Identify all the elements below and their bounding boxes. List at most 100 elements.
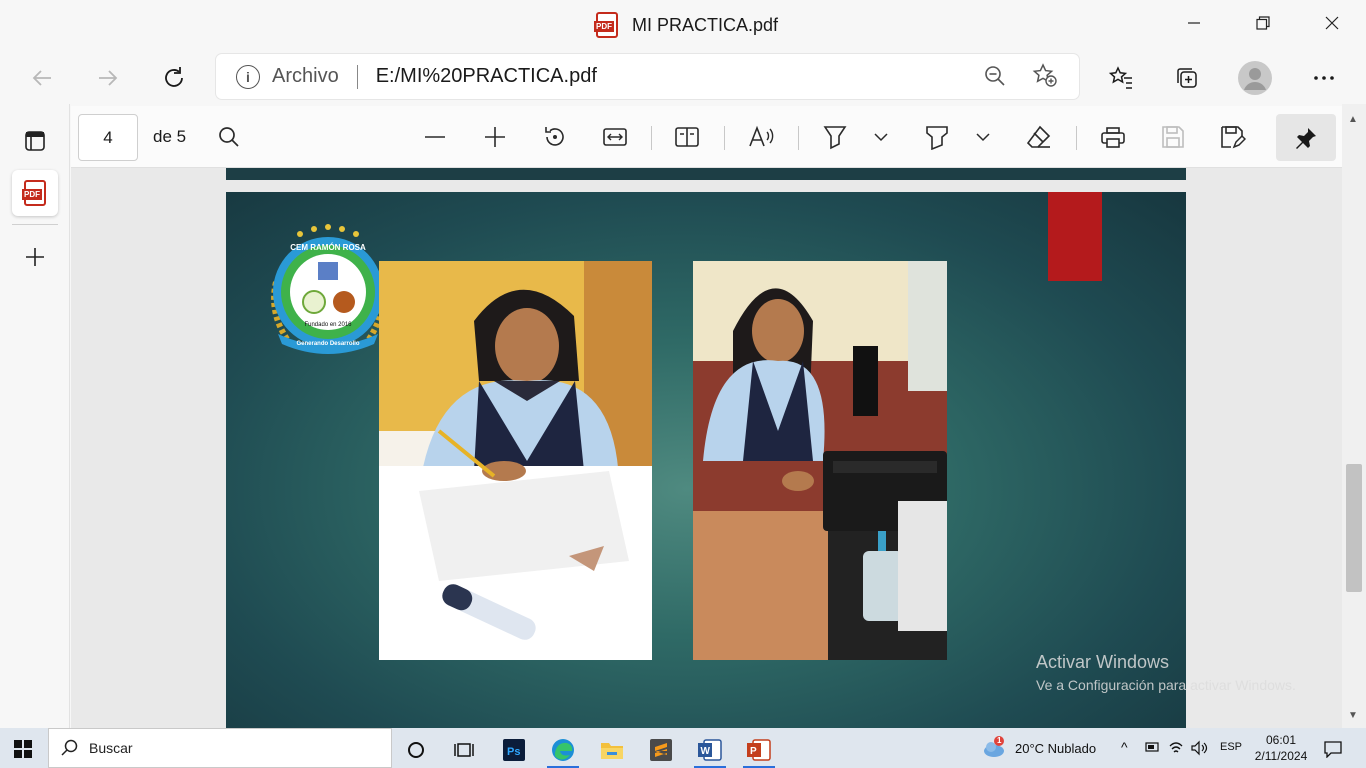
wifi-icon[interactable] bbox=[1168, 740, 1184, 756]
battery-network-icon[interactable] bbox=[1144, 741, 1162, 755]
clock-time: 06:01 bbox=[1265, 733, 1297, 747]
erase-button[interactable] bbox=[1024, 122, 1054, 152]
draw-pen-icon bbox=[823, 126, 847, 150]
activate-windows-title: Activar Windows bbox=[1036, 652, 1170, 672]
notifications-icon[interactable] bbox=[1324, 740, 1342, 758]
chevron-down-icon bbox=[976, 133, 990, 142]
save-as-button[interactable] bbox=[1218, 122, 1248, 152]
favorites-button[interactable] bbox=[1103, 60, 1139, 96]
address-url[interactable]: E:/MI%20PRACTICA.pdf bbox=[376, 65, 597, 88]
draw-options-dropdown[interactable] bbox=[871, 122, 891, 152]
zoom-in-button[interactable] bbox=[480, 122, 510, 152]
cortana-button[interactable] bbox=[394, 732, 438, 768]
rotate-icon bbox=[545, 127, 564, 146]
scroll-up-icon[interactable]: ▲ bbox=[1348, 114, 1358, 125]
taskbar-search[interactable]: Buscar bbox=[48, 728, 392, 768]
collections-icon bbox=[1177, 68, 1197, 88]
forward-button[interactable] bbox=[90, 60, 126, 96]
file-explorer-taskbar-icon[interactable] bbox=[590, 732, 634, 768]
new-tab-button[interactable] bbox=[12, 234, 58, 280]
plus-icon bbox=[485, 127, 505, 147]
tab-panel-icon bbox=[25, 131, 45, 151]
highlight-options-dropdown[interactable] bbox=[973, 122, 993, 152]
start-button[interactable] bbox=[14, 740, 32, 763]
rotate-button[interactable] bbox=[540, 122, 570, 152]
logo-ribbon: Generando Desarrollo bbox=[296, 341, 359, 347]
svg-text:W: W bbox=[701, 746, 711, 757]
page-view-icon bbox=[675, 127, 699, 147]
fit-to-width-button[interactable] bbox=[600, 122, 630, 152]
logo-title: CEM RAMÓN ROSA bbox=[290, 243, 366, 252]
page-view-button[interactable] bbox=[672, 122, 702, 152]
address-bar[interactable]: i Archivo E:/MI%20PRACTICA.pdf bbox=[216, 54, 1079, 99]
print-button[interactable] bbox=[1098, 122, 1128, 152]
close-button[interactable] bbox=[1310, 8, 1354, 38]
window-title-text: MI PRACTICA.pdf bbox=[632, 14, 779, 35]
tab-actions-button[interactable] bbox=[12, 118, 58, 164]
more-dots-icon bbox=[1314, 76, 1334, 80]
back-button[interactable] bbox=[24, 60, 60, 96]
toolbar-separator bbox=[1076, 126, 1077, 150]
title-bar: PDF MI PRACTICA.pdf bbox=[0, 0, 1366, 50]
avatar-icon bbox=[1238, 61, 1272, 95]
address-scheme-label: Archivo bbox=[272, 65, 339, 87]
toolbar-separator bbox=[724, 126, 725, 150]
school-logo: CEM RAMÓN ROSA Fundado en 2016 Generando… bbox=[271, 224, 385, 354]
favorites-icon bbox=[1108, 66, 1132, 89]
edge-taskbar-icon[interactable] bbox=[541, 732, 585, 768]
pdf-document-area[interactable]: CEM RAMÓN ROSA Fundado en 2016 Generando… bbox=[71, 168, 1342, 728]
previous-page-bottom bbox=[226, 168, 1186, 180]
scroll-thumb[interactable] bbox=[1346, 464, 1362, 592]
scroll-down-icon[interactable]: ▼ bbox=[1348, 710, 1358, 721]
vertical-scrollbar[interactable]: ▲ ▼ bbox=[1342, 104, 1366, 728]
highlight-button[interactable] bbox=[922, 122, 952, 152]
volume-icon[interactable] bbox=[1190, 740, 1208, 756]
navigation-bar: i Archivo E:/MI%20PRACTICA.pdf bbox=[0, 50, 1366, 104]
toolbar-separator bbox=[798, 126, 799, 150]
zoom-out-button[interactable] bbox=[420, 122, 450, 152]
clock[interactable]: 06:01 2/11/2024 bbox=[1248, 732, 1314, 764]
minus-icon bbox=[425, 136, 445, 138]
word-taskbar-icon[interactable]: W bbox=[688, 732, 732, 768]
forward-arrow-icon bbox=[99, 70, 118, 86]
find-button[interactable] bbox=[214, 122, 244, 152]
task-view-button[interactable] bbox=[442, 732, 486, 768]
restore-button[interactable] bbox=[1241, 8, 1285, 38]
weather-text[interactable]: 20°C Nublado bbox=[1015, 741, 1096, 756]
zoom-out-icon[interactable] bbox=[983, 64, 1007, 94]
save-button[interactable] bbox=[1158, 122, 1188, 152]
window-title: PDF MI PRACTICA.pdf bbox=[594, 12, 779, 38]
tab-pdf-document[interactable]: PDF bbox=[12, 170, 58, 216]
pin-icon bbox=[1296, 127, 1316, 149]
pdf-file-icon: PDF bbox=[594, 12, 618, 38]
photo-student-writing bbox=[379, 261, 652, 660]
refresh-button[interactable] bbox=[156, 60, 192, 96]
page-count: de 5 bbox=[153, 127, 187, 146]
settings-more-button[interactable] bbox=[1306, 60, 1342, 96]
page-number-input[interactable]: 4 bbox=[78, 114, 138, 161]
photo-student-printer bbox=[693, 261, 947, 660]
printer-icon bbox=[1101, 127, 1125, 148]
sublime-text-taskbar-icon[interactable] bbox=[639, 732, 683, 768]
clock-date: 2/11/2024 bbox=[1254, 749, 1308, 763]
powerpoint-taskbar-icon[interactable]: P bbox=[737, 732, 781, 768]
show-hidden-icons-chevron-icon[interactable]: ^ bbox=[1121, 739, 1128, 755]
profile-button[interactable] bbox=[1237, 60, 1273, 96]
site-info-icon[interactable]: i bbox=[236, 64, 260, 89]
minimize-button[interactable] bbox=[1172, 8, 1216, 38]
cloud-icon bbox=[984, 736, 1004, 757]
highlighter-icon bbox=[926, 126, 948, 150]
weather-widget[interactable]: 1 bbox=[982, 736, 1008, 765]
pin-toolbar-button[interactable] bbox=[1276, 114, 1336, 161]
svg-text:P: P bbox=[750, 746, 757, 757]
language-indicator[interactable]: ESP bbox=[1220, 741, 1242, 753]
save-icon bbox=[1162, 126, 1184, 148]
collections-button[interactable] bbox=[1169, 60, 1205, 96]
draw-button[interactable] bbox=[820, 122, 850, 152]
add-favorite-icon[interactable] bbox=[1031, 62, 1059, 97]
weather-badge: 1 bbox=[997, 736, 1002, 745]
photoshop-taskbar-icon[interactable]: Ps bbox=[492, 732, 536, 768]
read-aloud-button[interactable] bbox=[747, 122, 777, 152]
cortana-circle-icon bbox=[408, 742, 424, 758]
pdf-page-4: CEM RAMÓN ROSA Fundado en 2016 Generando… bbox=[226, 192, 1186, 728]
